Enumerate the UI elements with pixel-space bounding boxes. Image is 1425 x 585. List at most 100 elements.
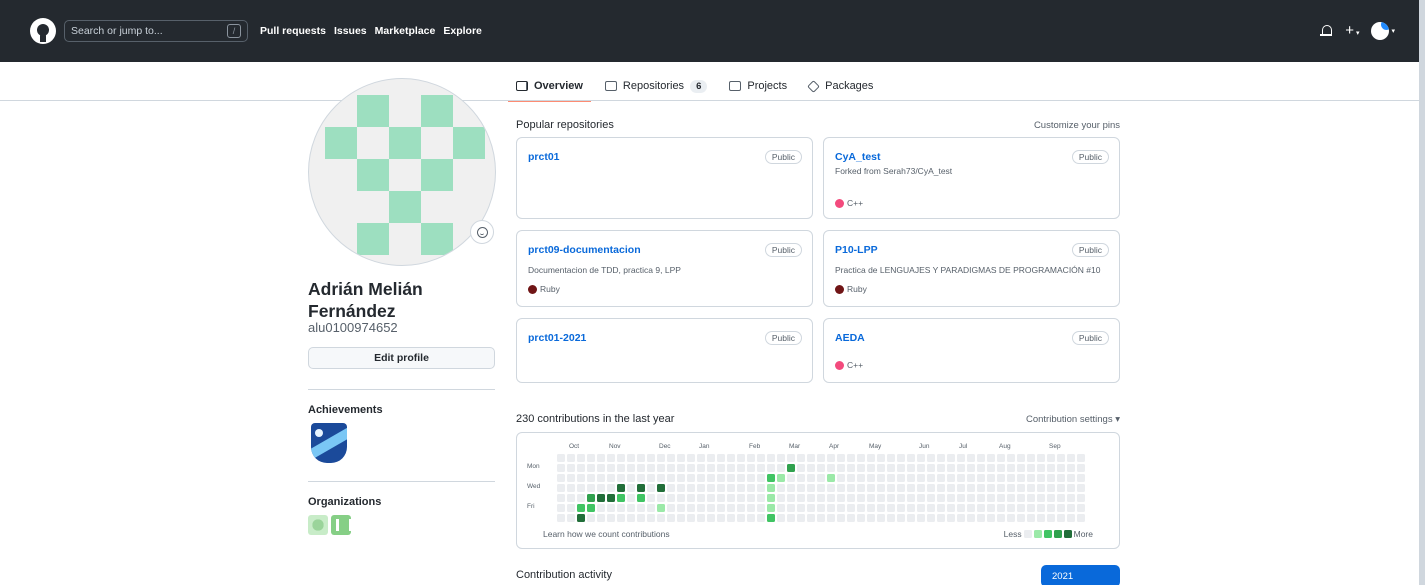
contribution-day[interactable] bbox=[997, 464, 1005, 472]
contribution-day[interactable] bbox=[907, 464, 915, 472]
contribution-day[interactable] bbox=[727, 474, 735, 482]
contribution-day[interactable] bbox=[587, 474, 595, 482]
contribution-day[interactable] bbox=[637, 464, 645, 472]
contribution-day[interactable] bbox=[787, 484, 795, 492]
contribution-day[interactable] bbox=[937, 484, 945, 492]
contribution-day[interactable] bbox=[647, 484, 655, 492]
tab-projects[interactable]: Projects bbox=[729, 72, 787, 100]
contribution-day[interactable] bbox=[737, 454, 745, 462]
contribution-day[interactable] bbox=[1007, 484, 1015, 492]
contribution-day[interactable] bbox=[947, 514, 955, 522]
contribution-day[interactable] bbox=[687, 484, 695, 492]
contribution-day[interactable] bbox=[797, 514, 805, 522]
profile-avatar[interactable] bbox=[308, 78, 496, 266]
contribution-day[interactable] bbox=[637, 504, 645, 512]
contribution-day[interactable] bbox=[837, 514, 845, 522]
repo-name-link[interactable]: AEDA bbox=[835, 332, 865, 344]
contribution-day[interactable] bbox=[947, 484, 955, 492]
contribution-day[interactable] bbox=[587, 464, 595, 472]
contribution-day[interactable] bbox=[847, 484, 855, 492]
contribution-day[interactable] bbox=[617, 454, 625, 462]
contribution-day[interactable] bbox=[697, 464, 705, 472]
contribution-day[interactable] bbox=[717, 464, 725, 472]
contribution-day[interactable] bbox=[857, 474, 865, 482]
contribution-day[interactable] bbox=[567, 464, 575, 472]
contribution-day[interactable] bbox=[777, 514, 785, 522]
contribution-day[interactable] bbox=[647, 464, 655, 472]
contribution-day[interactable] bbox=[757, 514, 765, 522]
contribution-day[interactable] bbox=[937, 474, 945, 482]
contribution-day[interactable] bbox=[927, 514, 935, 522]
contribution-day[interactable] bbox=[697, 494, 705, 502]
contribution-day[interactable] bbox=[627, 494, 635, 502]
contribution-day[interactable] bbox=[817, 514, 825, 522]
contribution-day[interactable] bbox=[977, 494, 985, 502]
contribution-day[interactable] bbox=[557, 474, 565, 482]
contribution-day[interactable] bbox=[1007, 464, 1015, 472]
contribution-day[interactable] bbox=[687, 504, 695, 512]
contribution-day[interactable] bbox=[797, 484, 805, 492]
contribution-day[interactable] bbox=[947, 494, 955, 502]
user-menu[interactable]: ▾ bbox=[1371, 22, 1395, 40]
contribution-day[interactable] bbox=[867, 514, 875, 522]
contribution-day[interactable] bbox=[977, 484, 985, 492]
contribution-day[interactable] bbox=[557, 494, 565, 502]
contribution-day[interactable] bbox=[677, 474, 685, 482]
contribution-day[interactable] bbox=[887, 504, 895, 512]
repo-name-link[interactable]: P10-LPP bbox=[835, 244, 878, 256]
github-logo-icon[interactable] bbox=[30, 18, 56, 44]
contribution-day[interactable] bbox=[747, 514, 755, 522]
contribution-day[interactable] bbox=[627, 454, 635, 462]
contribution-day[interactable] bbox=[1067, 494, 1075, 502]
contribution-day[interactable] bbox=[697, 484, 705, 492]
contribution-day[interactable] bbox=[577, 464, 585, 472]
contribution-day[interactable] bbox=[867, 474, 875, 482]
contribution-day[interactable] bbox=[567, 504, 575, 512]
contribution-day[interactable] bbox=[917, 484, 925, 492]
achievement-badge-icon[interactable] bbox=[311, 423, 347, 463]
contribution-day[interactable] bbox=[847, 474, 855, 482]
contribution-day[interactable] bbox=[657, 464, 665, 472]
contribution-day[interactable] bbox=[687, 514, 695, 522]
contribution-day[interactable] bbox=[707, 494, 715, 502]
contribution-day[interactable] bbox=[747, 504, 755, 512]
contribution-day[interactable] bbox=[857, 464, 865, 472]
contribution-day[interactable] bbox=[1077, 454, 1085, 462]
contribution-day[interactable] bbox=[817, 504, 825, 512]
contribution-day[interactable] bbox=[557, 464, 565, 472]
contribution-day[interactable] bbox=[687, 494, 695, 502]
contribution-day[interactable] bbox=[757, 484, 765, 492]
contribution-day[interactable] bbox=[567, 454, 575, 462]
contribution-day[interactable] bbox=[937, 464, 945, 472]
contribution-day[interactable] bbox=[787, 474, 795, 482]
contribution-day[interactable] bbox=[907, 504, 915, 512]
contribution-day[interactable] bbox=[897, 484, 905, 492]
contribution-day[interactable] bbox=[937, 504, 945, 512]
contribution-day[interactable] bbox=[907, 494, 915, 502]
tab-repositories[interactable]: Repositories 6 bbox=[604, 72, 708, 100]
contribution-day[interactable] bbox=[777, 484, 785, 492]
contribution-day[interactable] bbox=[627, 514, 635, 522]
contribution-day[interactable] bbox=[587, 484, 595, 492]
contribution-day[interactable] bbox=[787, 514, 795, 522]
contribution-day[interactable] bbox=[647, 454, 655, 462]
contribution-day[interactable] bbox=[827, 474, 835, 482]
contribution-day[interactable] bbox=[697, 474, 705, 482]
contribution-day[interactable] bbox=[717, 474, 725, 482]
contribution-day[interactable] bbox=[877, 464, 885, 472]
contribution-day[interactable] bbox=[967, 454, 975, 462]
contribution-day[interactable] bbox=[987, 454, 995, 462]
contribution-day[interactable] bbox=[967, 494, 975, 502]
contribution-day[interactable] bbox=[607, 484, 615, 492]
create-new-menu[interactable]: + ▾ bbox=[1345, 22, 1359, 40]
contribution-day[interactable] bbox=[1047, 474, 1055, 482]
contribution-day[interactable] bbox=[1057, 464, 1065, 472]
set-status-button[interactable] bbox=[470, 220, 494, 244]
contribution-day[interactable] bbox=[947, 454, 955, 462]
contribution-day[interactable] bbox=[967, 474, 975, 482]
contribution-day[interactable] bbox=[687, 474, 695, 482]
contribution-day[interactable] bbox=[957, 504, 965, 512]
year-2021-button[interactable]: 2021 bbox=[1041, 565, 1120, 585]
repo-name-link[interactable]: prct01-2021 bbox=[528, 332, 586, 344]
contribution-day[interactable] bbox=[867, 454, 875, 462]
